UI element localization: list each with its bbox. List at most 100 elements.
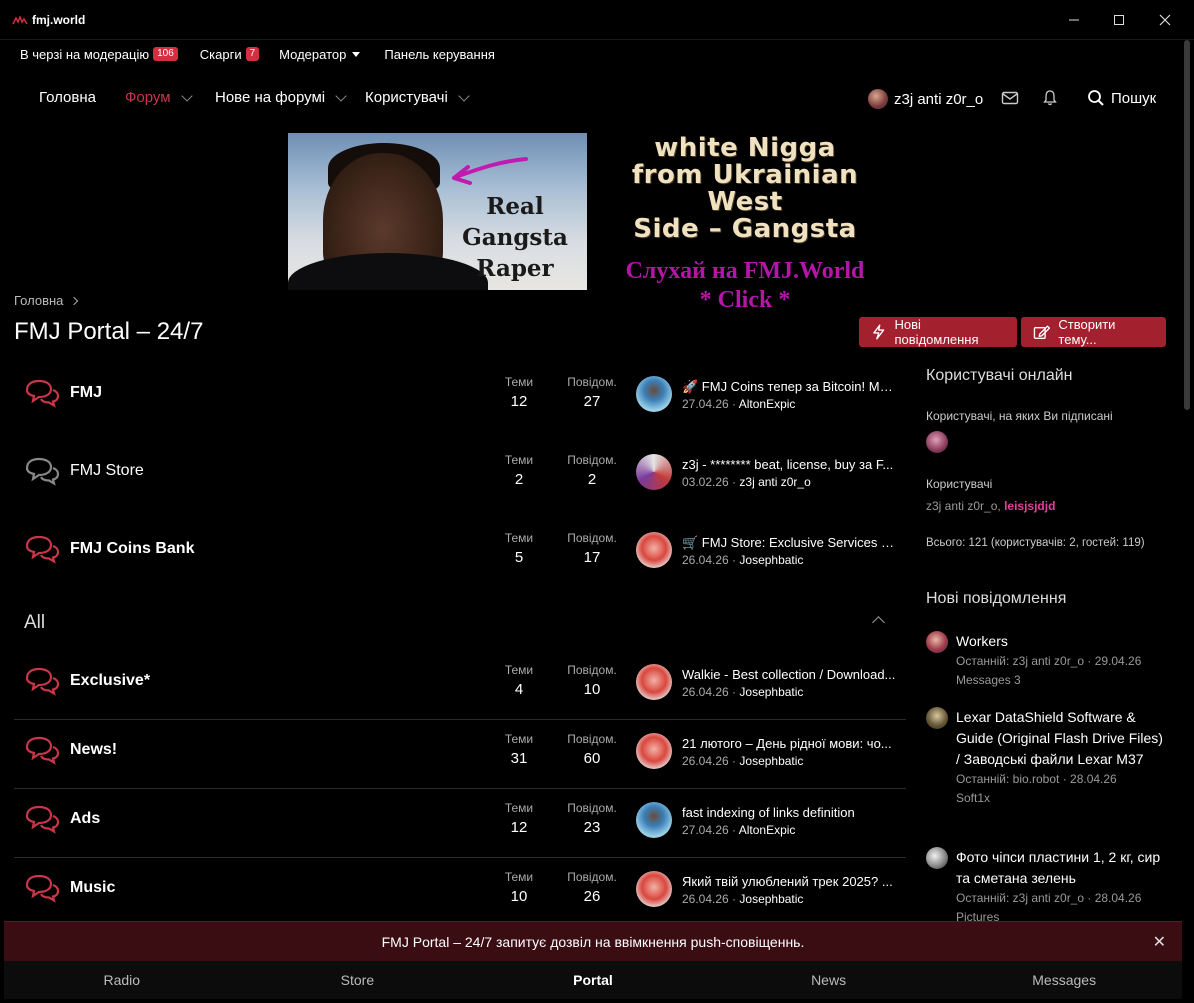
forum-name[interactable]: FMJ	[70, 384, 102, 402]
posts-stat: Повідом. 17	[562, 531, 622, 566]
app-logo-icon	[12, 15, 28, 25]
last-post-title[interactable]: Walkie - Best collection / Download...	[682, 667, 897, 682]
forum-row[interactable]: FMJ Coins Bank Теми 5 Повідом. 17 🛒 FMJ St…	[14, 520, 906, 588]
promo-listen[interactable]: Слухай на FMJ.World	[600, 257, 890, 286]
last-post-title[interactable]: 🛒 FMJ Store: Exclusive Services & ...	[682, 535, 897, 551]
nav-new[interactable]: Нове на форумі	[215, 89, 347, 106]
last-post-avatar[interactable]	[636, 733, 672, 769]
new-post-avatar[interactable]	[926, 707, 948, 729]
last-post-title[interactable]: 🚀 FMJ Coins тепер за Bitcoin! Ма...	[682, 379, 897, 395]
nav-users[interactable]: Користувачі	[365, 89, 470, 106]
nav-forum[interactable]: Форум	[125, 89, 193, 106]
banner-image[interactable]: Real Gangsta Raper	[288, 133, 587, 290]
forum-row[interactable]: FMJ Теми 12 Повідом. 27 🚀 FMJ Coins тепер …	[14, 364, 906, 432]
nav-home[interactable]: Головна	[39, 89, 96, 106]
search-button[interactable]: Пошук	[1087, 89, 1156, 107]
page-title: FMJ Portal – 24/7	[14, 318, 204, 345]
forum-row[interactable]: FMJ Store Теми 2 Повідом. 2 z3j - ********…	[14, 442, 906, 510]
following-avatar[interactable]	[926, 431, 948, 453]
create-topic-button[interactable]: Створити тему...	[1021, 317, 1166, 347]
forum-name[interactable]: Ads	[70, 810, 100, 828]
new-posts-widget-title[interactable]: Нові повідомлення	[926, 590, 1166, 608]
forum-row[interactable]: Ads Теми 12 Повідом. 23 fast indexing of l…	[14, 790, 906, 858]
moderation-queue-link[interactable]: В черзі на модерацію 106	[20, 47, 178, 62]
last-post-user[interactable]: Josephbatic	[739, 892, 803, 906]
user-menu[interactable]: z3j anti z0r_o	[868, 89, 983, 109]
mail-icon[interactable]	[1000, 88, 1020, 108]
scrollbar[interactable]	[1184, 40, 1190, 410]
new-post-title[interactable]: Фото чіпси пластини 1, 2 кг, сир та смет…	[956, 847, 1166, 889]
last-post-avatar[interactable]	[636, 532, 672, 568]
topics-label: Теми	[504, 732, 534, 746]
new-post-avatar[interactable]	[926, 631, 948, 653]
moderator-menu[interactable]: Модератор	[279, 47, 361, 62]
online-users-title[interactable]: Користувачі онлайн	[926, 367, 1166, 385]
bottom-tabs: Radio Store Portal News Messages	[4, 961, 1182, 999]
last-post-title[interactable]: Який твій улюблений трек 2025? ...	[682, 874, 897, 889]
last-post-date: 26.04.26	[682, 553, 729, 567]
forum-name[interactable]: FMJ Coins Bank	[70, 540, 194, 558]
chevron-down-icon[interactable]	[458, 89, 470, 102]
forum-unread-icon	[25, 736, 60, 765]
tab-news[interactable]: News	[711, 961, 947, 999]
last-post-user[interactable]: z3j anti z0r_o	[739, 475, 810, 489]
forum-read-icon	[25, 457, 60, 486]
minimize-icon[interactable]	[1064, 10, 1084, 30]
bell-icon[interactable]	[1040, 88, 1060, 108]
last-post-user[interactable]: AltonExpic	[739, 823, 796, 837]
chevron-down-icon[interactable]	[335, 89, 347, 102]
last-post-avatar[interactable]	[636, 376, 672, 412]
tab-radio[interactable]: Radio	[4, 961, 240, 999]
control-panel-link[interactable]: Панель керування	[384, 47, 495, 62]
close-window-icon[interactable]	[1155, 10, 1175, 30]
collapse-chevron-icon[interactable]	[872, 616, 885, 629]
last-post-user[interactable]: Josephbatic	[739, 553, 803, 567]
breadcrumb-home[interactable]: Головна	[14, 293, 63, 308]
tab-store[interactable]: Store	[240, 961, 476, 999]
new-post-avatar[interactable]	[926, 847, 948, 869]
forum-row[interactable]: News! Теми 31 Повідом. 60 21 лютого – День…	[14, 721, 906, 789]
forum-row[interactable]: Exclusive* Теми 4 Повідом. 10 Walkie - Bes…	[14, 652, 906, 720]
new-post-forum[interactable]: Messages 3	[956, 671, 1166, 690]
forum-name[interactable]: Music	[70, 879, 115, 897]
reports-count-badge: 7	[245, 47, 260, 61]
push-permission-bar: FMJ Portal – 24/7 запитує дозвіл на ввім…	[4, 921, 1182, 961]
last-post-user[interactable]: Josephbatic	[739, 754, 803, 768]
new-post-title[interactable]: Lexar DataShield Software & Guide (Origi…	[956, 707, 1166, 770]
forum-unread-icon	[25, 805, 60, 834]
maximize-icon[interactable]	[1109, 10, 1129, 30]
last-post-avatar[interactable]	[636, 664, 672, 700]
last-post-avatar[interactable]	[636, 802, 672, 838]
forum-name[interactable]: News!	[70, 741, 117, 759]
last-post-title[interactable]: fast indexing of links definition	[682, 805, 897, 820]
tab-portal[interactable]: Portal	[475, 961, 711, 999]
posts-label: Повідом.	[567, 375, 617, 389]
new-posts-button[interactable]: Нові повідомлення	[859, 317, 1017, 347]
forum-name[interactable]: Exclusive*	[70, 672, 150, 690]
search-icon	[1088, 90, 1104, 106]
category-title[interactable]: All	[24, 612, 45, 634]
topics-stat: Теми 10	[489, 870, 549, 905]
new-post-meta: Останній: z3j anti z0r_o · 29.04.26	[956, 654, 1142, 668]
last-post-user[interactable]: AltonExpic	[739, 397, 796, 411]
last-post-user[interactable]: Josephbatic	[739, 685, 803, 699]
reports-link[interactable]: Скарги 7	[200, 47, 260, 62]
last-post-date: 27.04.26	[682, 397, 729, 411]
forum-unread-icon	[25, 535, 60, 564]
last-post-avatar[interactable]	[636, 871, 672, 907]
forum-row[interactable]: Music Теми 10 Повідом. 26 Який твій улюбле…	[14, 859, 906, 927]
new-post-title[interactable]: Workers	[956, 631, 1166, 652]
last-post-title[interactable]: 21 лютого – День рідної мови: чо...	[682, 736, 897, 751]
online-user[interactable]: z3j anti z0r_o,	[926, 499, 1001, 513]
last-post-title[interactable]: z3j - ******** beat, license, buy за F..…	[682, 457, 897, 472]
new-post-forum[interactable]: Soft1x	[956, 789, 1166, 808]
online-total: Всього: 121 (користувачів: 2, гостей: 11…	[926, 537, 1145, 549]
last-post-avatar[interactable]	[636, 454, 672, 490]
forum-name[interactable]: FMJ Store	[70, 462, 144, 480]
close-icon[interactable]: ✕	[1153, 932, 1166, 952]
promo-block[interactable]: white Nigga from Ukrainian West Side – G…	[600, 135, 890, 315]
tab-messages[interactable]: Messages	[946, 961, 1182, 999]
promo-click[interactable]: * Click *	[600, 286, 890, 315]
online-user-highlight[interactable]: leisjsjdjd	[1004, 499, 1055, 513]
chevron-down-icon[interactable]	[180, 89, 193, 102]
